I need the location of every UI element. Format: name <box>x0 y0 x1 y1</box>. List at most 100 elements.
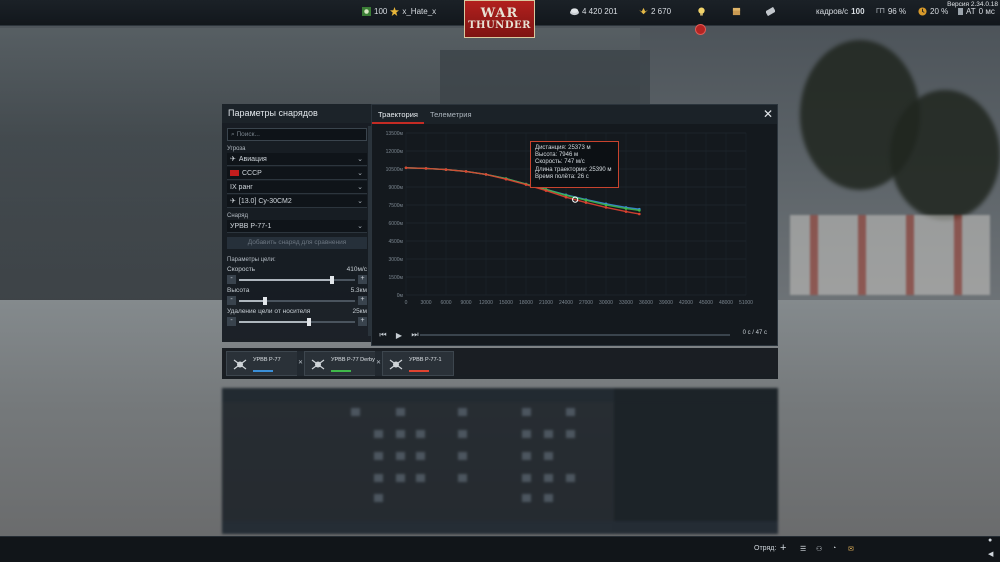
vehicle-dropdown[interactable]: ✈ [13.0] Су-30СМ2 ⌄ <box>227 195 367 208</box>
rank-icon <box>362 7 371 16</box>
chevron-down-icon: ⌄ <box>357 170 363 177</box>
chart-tabs: Траектория Телеметрия ✕ <box>372 105 777 124</box>
chevron-down-icon: ⌄ <box>357 198 363 205</box>
missile-icon <box>389 359 403 370</box>
squad-add-button[interactable]: + <box>780 542 786 554</box>
speed-slider[interactable] <box>239 275 355 284</box>
shell-card[interactable]: УРВВ Р-77-1 <box>382 351 454 376</box>
distance-increase-button[interactable]: + <box>358 317 367 326</box>
altitude-value: 5.3км <box>350 287 367 294</box>
series-point <box>604 203 608 207</box>
gold-balance[interactable]: 2 670 <box>639 7 671 16</box>
x-tick-label: 45000 <box>699 300 713 306</box>
playback-timeline[interactable] <box>420 334 730 336</box>
x-tick-label: 0 <box>405 300 408 306</box>
microphone-icon[interactable]: ● <box>988 537 992 544</box>
lightbulb-icon <box>698 7 705 16</box>
threat-label: Угроза <box>227 146 246 152</box>
y-tick-label: 12000м <box>386 149 404 155</box>
playback-controls: ⏮ ▶ ⏭ 0 с / 47 с <box>372 325 777 345</box>
rank-dropdown[interactable]: IX ранг ⌄ <box>227 181 367 194</box>
x-tick-label: 3000 <box>420 300 431 306</box>
x-tick-label: 42000 <box>679 300 693 306</box>
lightbulb-button[interactable] <box>697 7 706 16</box>
gpu-load: ГП 96 % <box>876 7 907 16</box>
speed-increase-button[interactable]: + <box>358 275 367 284</box>
notification-alert-icon[interactable] <box>695 24 706 35</box>
x-tick-label: 36000 <box>639 300 653 306</box>
y-tick-label: 4500м <box>388 239 403 245</box>
series-point <box>404 166 408 170</box>
series-color-swatch <box>253 370 273 372</box>
rewind-icon[interactable]: ⏮ <box>378 330 388 340</box>
distance-decrease-button[interactable]: - <box>227 317 236 326</box>
mail-icon[interactable]: ✉ <box>848 545 854 553</box>
y-tick-label: 3000м <box>388 257 403 263</box>
search-icon: ⌕ <box>231 131 235 138</box>
x-tick-label: 12000 <box>479 300 493 306</box>
matrix-side-panel <box>614 388 778 534</box>
slider-fill <box>239 320 309 323</box>
squad-label: Отряд: <box>754 545 777 552</box>
altitude-slider[interactable] <box>239 296 355 305</box>
chest-button[interactable] <box>732 7 741 16</box>
y-tick-label: 0м <box>397 293 404 299</box>
series-point <box>464 170 468 173</box>
slider-fill <box>239 299 265 302</box>
silver-balance[interactable]: 4 420 201 <box>570 7 618 16</box>
series-point <box>564 195 568 199</box>
series-point <box>504 177 508 181</box>
add-shell-compare-button[interactable]: Добавить снаряд для сравнения <box>227 237 367 249</box>
remove-shell-button[interactable]: ✕ <box>297 351 304 376</box>
player-level: 100 <box>374 7 388 16</box>
coupons-button[interactable] <box>766 7 775 16</box>
speed-decrease-button[interactable]: - <box>227 275 236 284</box>
star-icon <box>390 7 400 16</box>
series-color-swatch <box>331 370 351 372</box>
fps-counter: кадров/с 100 <box>816 7 865 16</box>
play-icon[interactable]: ▶ <box>394 331 404 340</box>
close-icon[interactable]: ✕ <box>763 108 773 120</box>
distance-slider[interactable] <box>239 317 355 326</box>
altitude-decrease-button[interactable]: - <box>227 296 236 305</box>
player-info[interactable]: 100 x_Hate_x <box>362 7 436 16</box>
player-name: x_Hate_x <box>402 7 437 16</box>
missile-icon <box>311 359 325 370</box>
speaker-icon[interactable]: ◀ <box>988 550 993 558</box>
tab-trajectory[interactable]: Траектория <box>372 105 424 124</box>
chevron-down-icon: ⌄ <box>357 223 363 230</box>
silver-lions-icon <box>570 8 579 16</box>
target-params-label: Параметры цели: <box>227 257 276 263</box>
altitude-increase-button[interactable]: + <box>358 296 367 305</box>
series-point <box>604 206 608 209</box>
slider-thumb[interactable] <box>262 296 267 305</box>
slider-thumb[interactable] <box>306 317 311 326</box>
threat-dropdown[interactable]: ✈ Авиация ⌄ <box>227 153 367 166</box>
x-tick-label: 48000 <box>719 300 733 306</box>
friends-icon[interactable]: ⚇ <box>816 545 822 553</box>
chat-icon[interactable]: ◔ <box>832 545 836 552</box>
x-tick-label: 39000 <box>659 300 673 306</box>
game-version: Версия 2.34.0.18 <box>947 1 998 8</box>
tab-telemetry[interactable]: Телеметрия <box>424 105 478 124</box>
y-tick-label: 1500м <box>388 275 403 281</box>
chevron-down-icon: ⌄ <box>357 156 363 163</box>
x-tick-label: 30000 <box>599 300 613 306</box>
search-input[interactable]: ⌕ Поиск... <box>227 128 367 141</box>
slider-fill <box>239 278 332 281</box>
skip-end-icon[interactable]: ⏭ <box>410 330 420 340</box>
country-dropdown[interactable]: СССР ⌄ <box>227 167 367 180</box>
remove-shell-button[interactable]: ✕ <box>375 351 382 376</box>
shell-card[interactable]: УРВВ Р-77 Derby <box>304 351 376 376</box>
trajectory-panel: Траектория Телеметрия ✕ 0м 1500м 3000м 4500… <box>371 104 778 346</box>
series-point <box>484 173 488 176</box>
speed-value: 410м/с <box>346 266 367 273</box>
squad-list-icon[interactable]: ☰ <box>800 545 806 553</box>
shell-dropdown[interactable]: УРВВ Р-77-1 ⌄ <box>227 220 367 233</box>
y-tick-label: 9000м <box>388 185 403 191</box>
distance-value: 25км <box>352 308 367 315</box>
chest-icon <box>732 7 741 16</box>
shell-card[interactable]: УРВВ Р-77 <box>226 351 298 376</box>
bottom-bar: Отряд: + ☰ ⚇ ◔ ✉ ● ◀ <box>0 536 1000 562</box>
slider-thumb[interactable] <box>329 275 334 284</box>
